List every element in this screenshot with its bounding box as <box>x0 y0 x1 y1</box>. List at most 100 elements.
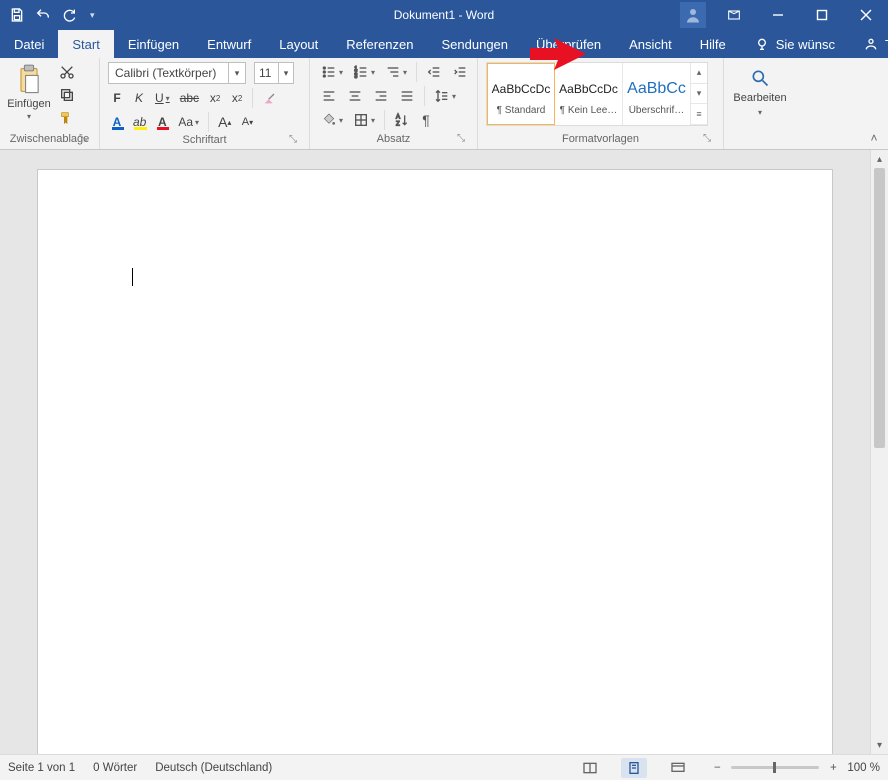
clipboard-launcher-icon[interactable]: ⤡ <box>77 133 89 145</box>
style-item-standard[interactable]: AaBbCcDc ¶ Standard <box>487 63 555 125</box>
highlight-button[interactable]: ab <box>130 112 149 132</box>
tab-view[interactable]: Ansicht <box>615 30 686 58</box>
account-avatar[interactable] <box>680 2 706 28</box>
group-font: Calibri (Textkörper) ▾ 11 ▾ F K U abc x2… <box>100 58 310 149</box>
clear-formatting-button[interactable] <box>259 88 281 108</box>
gallery-down-icon[interactable]: ▾ <box>691 84 707 105</box>
font-launcher-icon[interactable]: ⤡ <box>287 134 299 146</box>
justify-button[interactable] <box>396 86 418 106</box>
font-size-combo[interactable]: 11 ▾ <box>254 62 294 84</box>
tab-help[interactable]: Hilfe <box>686 30 740 58</box>
numbering-button[interactable]: 123 <box>350 62 378 82</box>
font-family-combo[interactable]: Calibri (Textkörper) ▾ <box>108 62 246 84</box>
align-center-button[interactable] <box>344 86 366 106</box>
tab-review[interactable]: Überprüfen <box>522 30 615 58</box>
redo-icon[interactable] <box>60 6 78 24</box>
increase-indent-button[interactable] <box>449 62 471 82</box>
tab-insert[interactable]: Einfügen <box>114 30 193 58</box>
zoom-slider[interactable] <box>731 766 819 769</box>
collapse-ribbon-icon[interactable]: ˄ <box>866 130 882 146</box>
styles-launcher-icon[interactable]: ⤡ <box>701 133 713 145</box>
subscript-button[interactable]: x2 <box>206 88 224 108</box>
tab-share[interactable]: Teilen <box>849 30 888 58</box>
borders-button[interactable] <box>350 110 378 130</box>
document-page[interactable] <box>38 170 832 754</box>
zoom-value[interactable]: 100 % <box>847 762 880 774</box>
style-preview: AaBbCcDc <box>559 73 618 105</box>
multilevel-list-button[interactable] <box>382 62 410 82</box>
svg-text:Z: Z <box>396 121 400 127</box>
shading-button[interactable] <box>318 110 346 130</box>
sort-button[interactable]: AZ <box>391 110 413 130</box>
save-icon[interactable] <box>8 6 26 24</box>
group-clipboard: Einfügen ▾ Zwischenablage⤡ <box>0 58 100 149</box>
align-left-button[interactable] <box>318 86 340 106</box>
font-family-value: Calibri (Textkörper) <box>109 63 229 83</box>
paste-button[interactable]: Einfügen ▾ <box>8 62 50 121</box>
print-layout-icon[interactable] <box>621 758 647 778</box>
web-layout-icon[interactable] <box>665 758 691 778</box>
tab-design[interactable]: Entwurf <box>193 30 265 58</box>
scroll-track[interactable] <box>871 168 888 736</box>
tab-mailings[interactable]: Sendungen <box>428 30 523 58</box>
decrease-indent-button[interactable] <box>423 62 445 82</box>
page-scroll-area[interactable] <box>0 150 870 754</box>
show-marks-button[interactable]: ¶ <box>417 110 435 130</box>
chevron-down-icon[interactable]: ▾ <box>229 63 245 83</box>
scroll-down-icon[interactable]: ▾ <box>871 736 888 754</box>
undo-icon[interactable] <box>34 6 52 24</box>
tab-file[interactable]: Datei <box>0 30 58 58</box>
align-right-button[interactable] <box>370 86 392 106</box>
vertical-scrollbar[interactable]: ▴ ▾ <box>870 150 888 754</box>
paragraph-launcher-icon[interactable]: ⤡ <box>455 133 467 145</box>
status-bar: Seite 1 von 1 0 Wörter Deutsch (Deutschl… <box>0 754 888 780</box>
strikethrough-button[interactable]: abc <box>177 88 202 108</box>
scroll-up-icon[interactable]: ▴ <box>871 150 888 168</box>
window-controls <box>680 0 888 30</box>
qat-customize-icon[interactable]: ▾ <box>90 10 95 21</box>
line-spacing-button[interactable] <box>431 86 459 106</box>
zoom-out-button[interactable]: − <box>709 760 725 776</box>
cut-button[interactable] <box>56 62 78 82</box>
grow-font-button[interactable]: A▴ <box>215 112 234 132</box>
tab-references[interactable]: Referenzen <box>332 30 427 58</box>
status-language[interactable]: Deutsch (Deutschland) <box>155 762 272 774</box>
group-paragraph: 123 AZ ¶ Absatz⤡ <box>310 58 478 149</box>
read-mode-icon[interactable] <box>577 758 603 778</box>
maximize-button[interactable] <box>800 0 844 30</box>
italic-button[interactable]: K <box>130 88 148 108</box>
scroll-thumb[interactable] <box>874 168 885 448</box>
zoom-slider-thumb[interactable] <box>773 762 776 773</box>
chevron-down-icon[interactable]: ▾ <box>279 63 293 83</box>
zoom-control: − + 100 % <box>709 760 880 776</box>
bold-button[interactable]: F <box>108 88 126 108</box>
tab-tell-me[interactable]: Sie wünsc <box>740 30 849 58</box>
shrink-font-button[interactable]: A▾ <box>238 112 256 132</box>
style-item-no-spacing[interactable]: AaBbCcDc ¶ Kein Lee… <box>555 63 623 125</box>
zoom-in-button[interactable]: + <box>825 760 841 776</box>
minimize-button[interactable] <box>756 0 800 30</box>
ribbon-display-options-icon[interactable] <box>712 0 756 30</box>
gallery-up-icon[interactable]: ▴ <box>691 63 707 84</box>
copy-button[interactable] <box>56 85 78 105</box>
text-effects-button[interactable]: A <box>108 112 126 132</box>
gallery-more-icon[interactable]: ≡ <box>691 104 707 125</box>
svg-text:A: A <box>396 115 400 121</box>
ribbon-tabs: Datei Start Einfügen Entwurf Layout Refe… <box>0 30 888 58</box>
tab-home[interactable]: Start <box>58 30 113 58</box>
tab-layout[interactable]: Layout <box>265 30 332 58</box>
close-button[interactable] <box>844 0 888 30</box>
change-case-button[interactable]: Aa <box>175 112 202 132</box>
editing-button[interactable]: Bearbeiten ▾ <box>732 62 788 117</box>
underline-button[interactable]: U <box>152 88 173 108</box>
bullets-button[interactable] <box>318 62 346 82</box>
text-cursor <box>132 268 133 286</box>
style-preview: AaBbCc <box>627 73 686 105</box>
format-painter-button[interactable] <box>56 108 78 128</box>
style-item-heading1[interactable]: AaBbCc Überschrif… <box>623 63 691 125</box>
font-color-button[interactable]: A <box>153 112 171 132</box>
superscript-button[interactable]: x2 <box>228 88 246 108</box>
status-page[interactable]: Seite 1 von 1 <box>8 762 75 774</box>
status-words[interactable]: 0 Wörter <box>93 762 137 774</box>
font-size-value: 11 <box>255 63 279 83</box>
